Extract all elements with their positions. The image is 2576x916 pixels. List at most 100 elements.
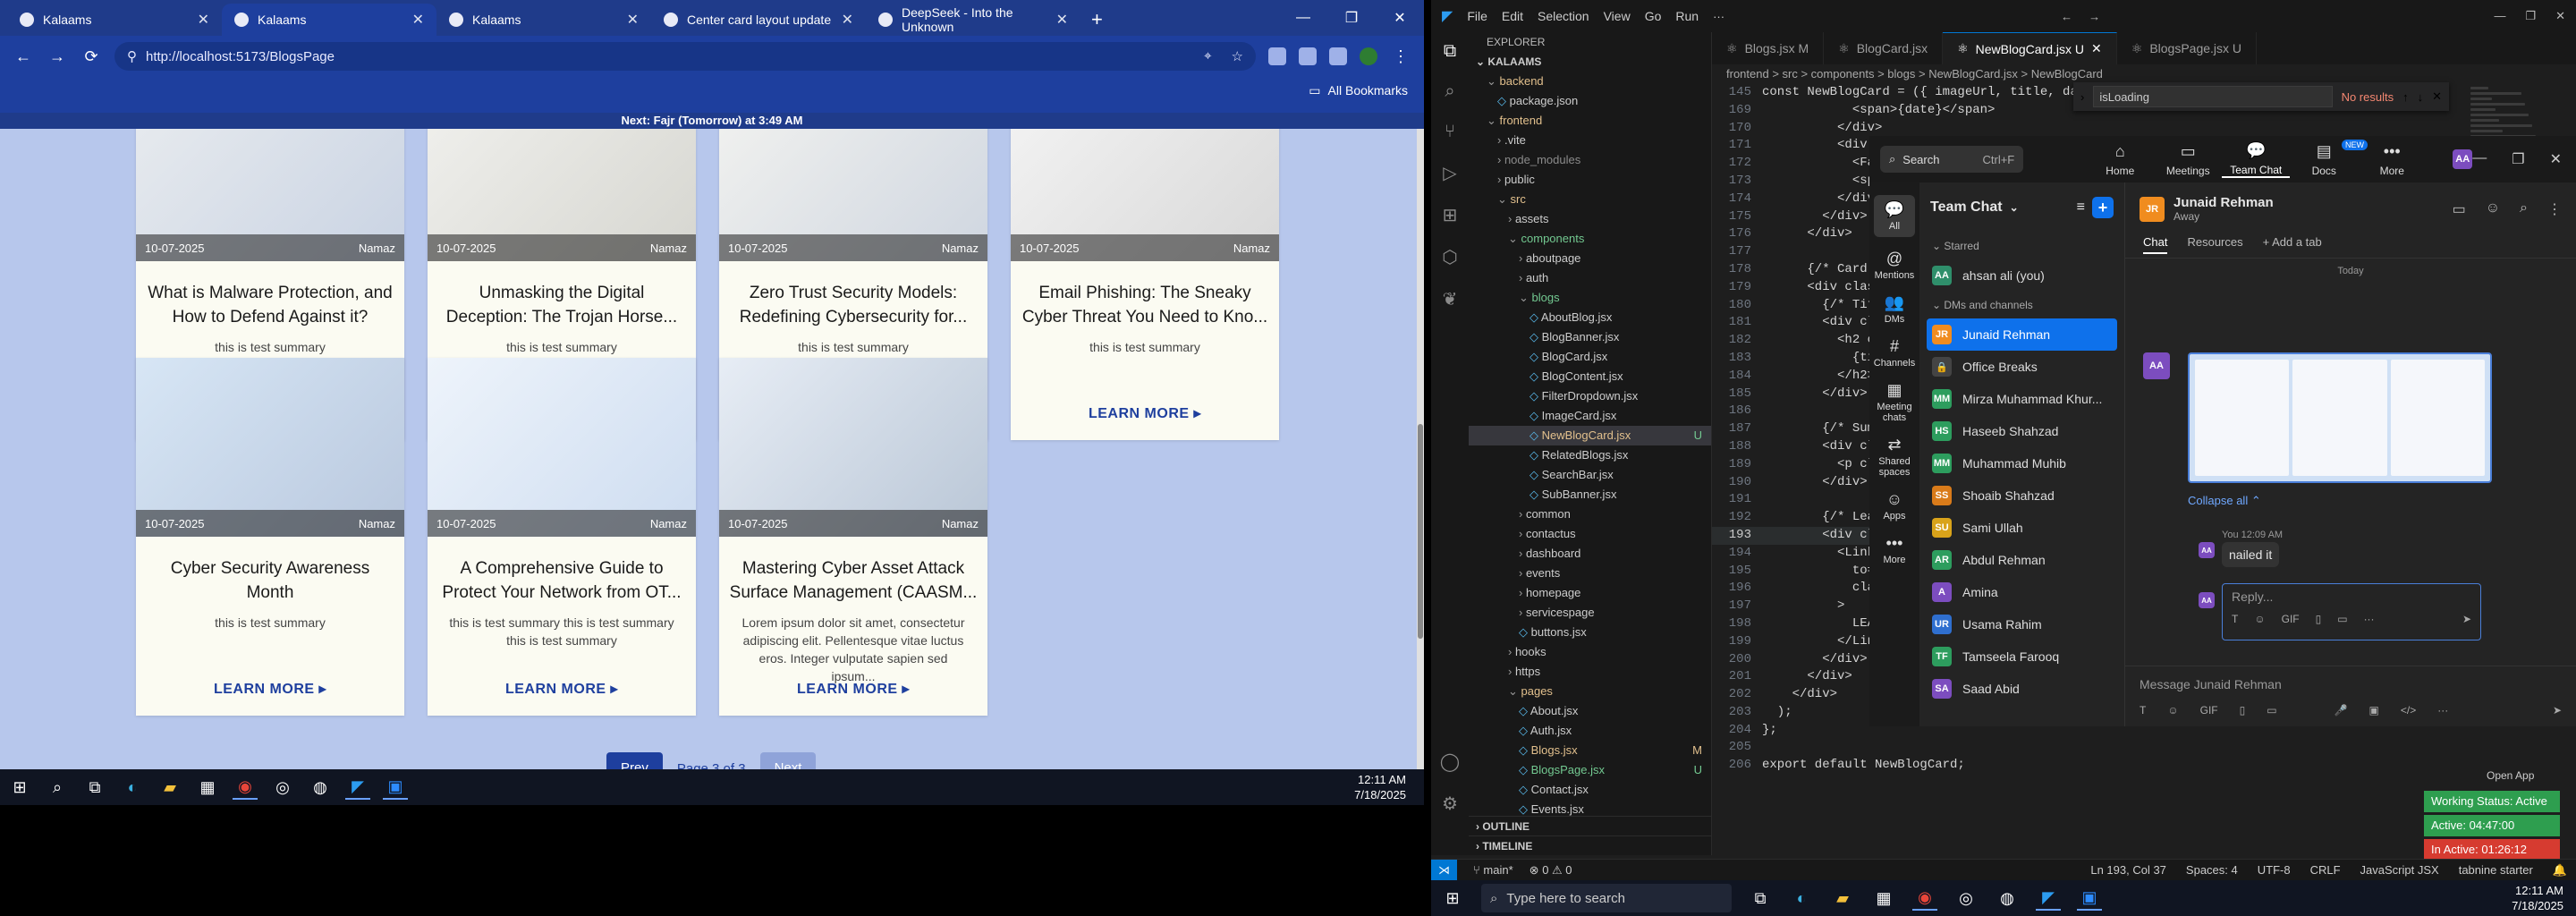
all-bookmarks-link[interactable]: All Bookmarks [1328, 83, 1408, 98]
branch-indicator[interactable]: ⑂ main* [1473, 863, 1513, 877]
url-input[interactable]: ⚲ http://localhost:5173/BlogsPage ⌖ ☆ [114, 42, 1256, 71]
folder-tree-item[interactable]: ⌄ src [1469, 190, 1711, 209]
browser-tab[interactable]: Center card layout update ✕ [651, 4, 866, 36]
contact-item[interactable]: 🔒 Office Breaks [1919, 351, 2124, 383]
file-tree-item[interactable]: ◇ SearchBar.jsx [1469, 465, 1711, 485]
mic-icon[interactable]: 🎤 [2334, 704, 2348, 717]
new-tab-button[interactable]: + [1080, 4, 1114, 36]
tab-close-icon[interactable]: ✕ [627, 11, 639, 29]
chevron-down-icon[interactable]: ⌄ [2010, 201, 2019, 214]
chrome-icon[interactable]: ◉ [233, 775, 258, 800]
screenshot-icon[interactable]: ▭ [2337, 613, 2347, 625]
explorer-icon[interactable]: ▰ [1830, 886, 1855, 911]
page-scrollbar[interactable] [1417, 129, 1424, 769]
zoom-icon[interactable]: ▣ [383, 775, 408, 800]
close-icon[interactable]: ✕ [1376, 0, 1424, 36]
arrow-down-icon[interactable]: ↓ [2418, 90, 2424, 104]
rail-item-shared-spaces[interactable]: ⇄ Shared spaces [1869, 436, 1919, 478]
scrollbar-thumb[interactable] [1418, 424, 1423, 639]
extension-icon[interactable] [1268, 47, 1286, 65]
attach-icon[interactable]: ▯ [2316, 613, 2322, 625]
rail-item-all[interactable]: 💬 All [1874, 195, 1915, 237]
file-tree-item[interactable]: ◇ BlogsPage.jsx U [1469, 760, 1711, 780]
new-chat-button[interactable]: + [2092, 197, 2114, 218]
screenshot-icon[interactable]: ▭ [2267, 704, 2276, 717]
contact-item[interactable]: A Amina [1919, 576, 2124, 608]
folder-tree-item[interactable]: ⌄ pages [1469, 682, 1711, 701]
reload-icon[interactable]: ⟳ [80, 47, 102, 66]
folder-tree-item[interactable]: › https [1469, 662, 1711, 682]
format-icon[interactable]: T [2232, 613, 2238, 625]
indentation[interactable]: Spaces: 4 [2186, 863, 2238, 878]
shared-image-message[interactable] [2188, 352, 2492, 483]
reply-bubble[interactable]: nailed it [2222, 542, 2280, 567]
folder-tree-item[interactable]: › dashboard [1469, 544, 1711, 564]
back-icon[interactable]: ← [13, 47, 34, 66]
folder-tree-item[interactable]: › node_modules [1469, 150, 1711, 170]
extension-icon[interactable] [1329, 47, 1347, 65]
browser-tab[interactable]: Kalaams ✕ [222, 4, 436, 36]
minimize-icon[interactable]: — [2494, 9, 2505, 23]
run-debug-icon[interactable]: ▷ [1443, 162, 1456, 184]
folder-tree-item[interactable]: › events [1469, 564, 1711, 583]
tab-close-icon[interactable]: ✕ [412, 11, 424, 29]
rail-item-channels[interactable]: # Channels [1874, 337, 1915, 369]
folder-tree-item[interactable]: › auth [1469, 268, 1711, 288]
rail-item-more[interactable]: ••• More [1883, 534, 1905, 565]
filter-icon[interactable]: ≡ [2077, 199, 2085, 216]
search-icon[interactable]: ⌕ [45, 775, 70, 800]
contact-item[interactable]: MM Mirza Muhammad Khur... [1919, 383, 2124, 415]
gif-icon[interactable]: GIF [2200, 704, 2218, 717]
folder-tree-item[interactable]: ⌄ components [1469, 229, 1711, 249]
zoom-icon[interactable]: ▣ [2077, 886, 2102, 911]
close-icon[interactable]: ✕ [2550, 150, 2562, 168]
remote-indicator[interactable]: ⋊ [1431, 859, 1457, 881]
editor-tab[interactable]: ⚛ BlogCard.jsx [1824, 32, 1944, 64]
remote-icon[interactable]: ⬡ [1442, 246, 1457, 268]
explorer-icon[interactable]: ▰ [157, 775, 182, 800]
contact-item[interactable]: SS Shoaib Shahzad [1919, 479, 2124, 512]
edge-icon[interactable]: ◐ [120, 775, 145, 800]
extension-icon[interactable] [1299, 47, 1317, 65]
cursor-position[interactable]: Ln 193, Col 37 [2090, 863, 2166, 878]
site-info-icon[interactable]: ⚲ [127, 48, 137, 64]
file-tree-item[interactable]: ◇ BlogContent.jsx [1469, 367, 1711, 386]
file-tree-item[interactable]: ◇ BlogCard.jsx [1469, 347, 1711, 367]
learn-more-link[interactable]: LEARN MORE ▸ [1011, 404, 1279, 422]
menu-item-go[interactable]: Go [1645, 9, 1662, 23]
store-icon[interactable]: ▦ [1871, 886, 1896, 911]
problems-indicator[interactable]: ⊗ 0 ⚠ 0 [1530, 863, 1572, 878]
app-icon[interactable]: ◎ [270, 775, 295, 800]
editor-tab[interactable]: ⚛ NewBlogCard.jsx U ✕ [1943, 32, 2117, 64]
video-icon[interactable]: ▭ [2453, 200, 2466, 218]
starred-section[interactable]: ⌄ Starred [1919, 233, 2124, 259]
location-icon[interactable]: ⌖ [1204, 48, 1211, 64]
code-icon[interactable]: </> [2401, 704, 2416, 717]
back-icon[interactable]: ← [2061, 10, 2072, 23]
mongodb-icon[interactable]: ❦ [1443, 288, 1458, 310]
taskbar-clock[interactable]: 12:11 AM 7/18/2025 [1354, 772, 1406, 802]
zoom-search[interactable]: ⌕ Search Ctrl+F [1880, 146, 2024, 173]
file-tree-item[interactable]: ◇ RelatedBlogs.jsx [1469, 445, 1711, 465]
contact-item[interactable]: MM Muhammad Muhib [1919, 447, 2124, 479]
more-icon[interactable]: ··· [2437, 704, 2448, 717]
folder-tree-item[interactable]: › servicespage [1469, 603, 1711, 623]
chat-tab[interactable]: Resources [2187, 235, 2242, 249]
contact-item[interactable]: TF Tamseela Farooq [1919, 640, 2124, 673]
folder-tree-item[interactable]: › public [1469, 170, 1711, 190]
restore-icon[interactable]: ❐ [1327, 0, 1376, 36]
vscode-icon[interactable]: ◤ [345, 775, 370, 800]
folder-tree-item[interactable]: › contactus [1469, 524, 1711, 544]
blog-card-image[interactable]: 10-07-2025 Namaz [719, 129, 987, 261]
store-icon[interactable]: ▦ [195, 775, 220, 800]
file-tree-item[interactable]: ◇ AboutBlog.jsx [1469, 308, 1711, 327]
menu-icon[interactable]: ⋮ [1390, 47, 1411, 66]
rail-item-apps[interactable]: ☺ Apps [1883, 490, 1905, 522]
browser-tab[interactable]: Kalaams ✕ [7, 4, 222, 36]
task-view-icon[interactable]: ⧉ [82, 775, 107, 800]
contact-item[interactable]: UR Usama Rahim [1919, 608, 2124, 640]
minimize-icon[interactable]: — [2472, 150, 2487, 168]
file-tree-item[interactable]: ◇ Contact.jsx [1469, 780, 1711, 800]
windows-start-icon[interactable]: ⊞ [7, 775, 32, 800]
explorer-icon[interactable]: ⧉ [1444, 41, 1456, 62]
